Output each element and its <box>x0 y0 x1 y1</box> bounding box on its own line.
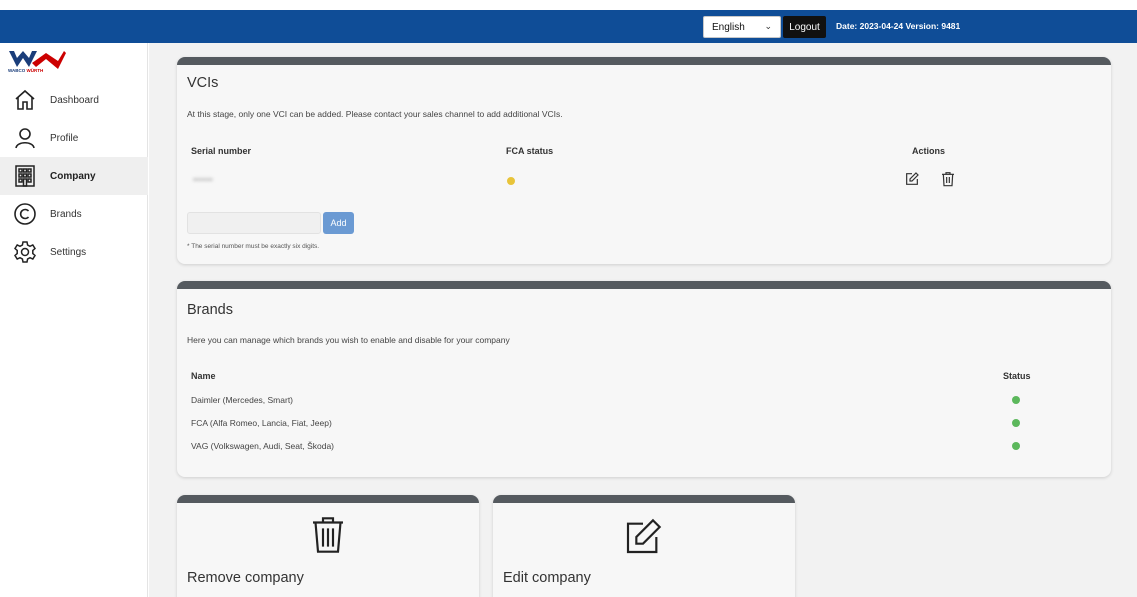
date-version-text: Date: 2023-04-24 Version: 9481 <box>836 21 961 31</box>
trash-icon <box>313 517 343 553</box>
user-icon <box>15 128 35 149</box>
vcis-card: VCIs At this stage, only one VCI can be … <box>177 57 1111 264</box>
brand-row-name: VAG (Volkswagen, Audi, Seat, Škoda) <box>191 441 335 451</box>
edit-company-title: Edit company <box>503 570 591 586</box>
serial-number-input[interactable] <box>187 212 321 234</box>
vci-serial-value: ****** <box>193 176 213 186</box>
sidebar-item-company[interactable]: Company <box>0 157 148 195</box>
edit-company-card[interactable]: Edit company <box>493 495 795 597</box>
brand-status-toggle[interactable] <box>1012 396 1020 404</box>
edit-icon[interactable] <box>904 171 920 187</box>
home-icon <box>15 89 35 110</box>
remove-company-card[interactable]: Remove company <box>177 495 479 597</box>
language-value: English <box>712 21 745 33</box>
sidebar-item-dashboard[interactable]: Dashboard <box>0 81 148 119</box>
column-header-serial: Serial number <box>191 146 252 156</box>
chevron-down-icon: ⌄ <box>764 21 772 31</box>
brand-status-toggle[interactable] <box>1012 419 1020 427</box>
vcis-description: At this stage, only one VCI can be added… <box>187 109 563 119</box>
column-header-actions: Actions <box>912 146 946 156</box>
logo-text: WABCO WÜRTH <box>8 68 44 73</box>
add-vci-button[interactable]: Add <box>323 212 354 234</box>
brands-title: Brands <box>187 302 233 318</box>
trash-icon[interactable] <box>940 171 956 187</box>
sidebar-item-label: Profile <box>50 132 79 144</box>
brands-description: Here you can manage which brands you wis… <box>187 335 510 345</box>
sidebar: WABCO WÜRTH Dashboard Profile Company Br… <box>0 43 148 597</box>
logo-icon <box>9 51 66 69</box>
sidebar-item-label: Company <box>50 170 96 182</box>
brand-status-toggle[interactable] <box>1012 442 1020 450</box>
remove-company-title: Remove company <box>187 570 304 586</box>
sidebar-item-label: Brands <box>50 208 82 220</box>
column-header-status: Status <box>1003 371 1031 381</box>
language-select[interactable]: English ⌄ <box>703 16 781 38</box>
column-header-fca-status: FCA status <box>506 146 554 156</box>
serial-hint: * The serial number must be exactly six … <box>187 243 320 250</box>
logout-button[interactable]: Logout <box>783 16 826 38</box>
sidebar-item-brands[interactable]: Brands <box>0 195 148 233</box>
brand-row-name: Daimler (Mercedes, Smart) <box>191 395 294 405</box>
gear-icon <box>14 241 36 263</box>
card-header-bar <box>493 495 795 503</box>
vcis-title: VCIs <box>187 75 219 91</box>
card-header-bar <box>177 57 1111 65</box>
brands-card: Brands Here you can manage which brands … <box>177 281 1111 477</box>
top-bar <box>0 10 1137 43</box>
copyright-icon <box>14 203 36 225</box>
card-header-bar <box>177 495 479 503</box>
sidebar-item-settings[interactable]: Settings <box>0 233 148 271</box>
building-icon <box>15 165 35 187</box>
card-header-bar <box>177 281 1111 289</box>
column-header-name: Name <box>191 371 216 381</box>
main-content: VCIs At this stage, only one VCI can be … <box>149 43 1137 597</box>
fca-status-dot <box>507 177 515 185</box>
edit-icon <box>626 518 662 554</box>
brand-row-name: FCA (Alfa Romeo, Lancia, Fiat, Jeep) <box>191 418 332 428</box>
sidebar-item-label: Settings <box>50 246 87 258</box>
sidebar-item-label: Dashboard <box>50 94 99 106</box>
sidebar-item-profile[interactable]: Profile <box>0 119 148 157</box>
